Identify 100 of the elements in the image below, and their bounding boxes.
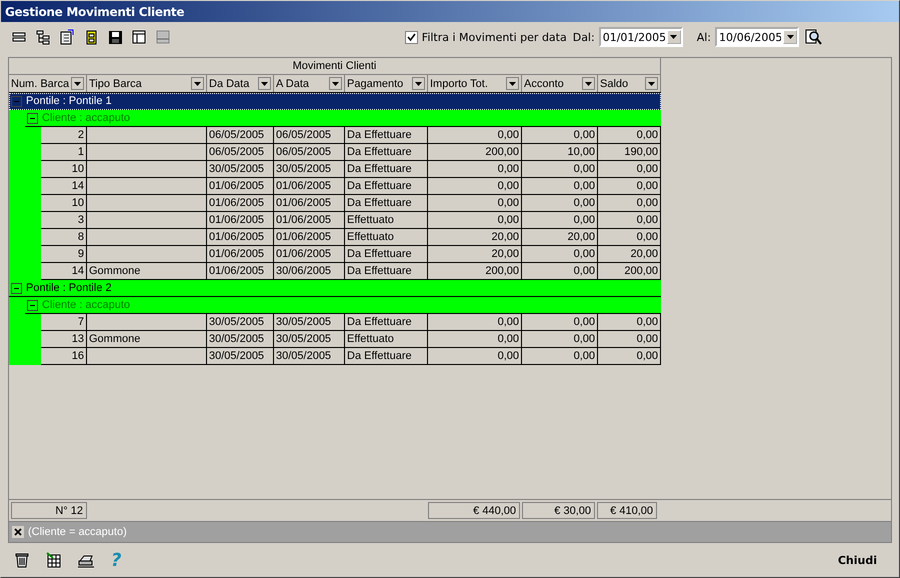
payment-cell: Da Effettuare [345,314,428,331]
document-arrow-icon [59,29,75,45]
dropdown-button[interactable] [329,77,342,90]
balance-cell: 0,00 [598,127,661,144]
payment-cell: Da Effettuare [345,246,428,263]
column-header[interactable]: A Data [274,75,345,92]
balance-cell: 0,00 [598,195,661,212]
close-button[interactable]: Chiudi [832,552,883,568]
balance-cell: 0,00 [598,161,661,178]
caret-icon [261,82,268,86]
deposit-cell: 0,00 [522,348,598,365]
total-cell: 0,00 [428,314,522,331]
deposit-cell: 0,00 [522,331,598,348]
end-date-cell: 30/05/2005 [274,314,345,331]
dropdown-button[interactable] [71,77,84,90]
search-button[interactable] [803,27,823,47]
dropdown-button[interactable] [258,77,271,90]
column-header[interactable]: Da Data [207,75,274,92]
spreadsheet-icon [45,551,63,569]
start-date-cell: 01/06/2005 [207,178,274,195]
deposit-cell: 0,00 [522,212,598,229]
end-date-cell: 06/05/2005 [274,144,345,161]
end-date-cell: 01/06/2005 [274,178,345,195]
payment-cell: Da Effettuare [345,348,428,365]
deposit-cell: 0,00 [522,195,598,212]
caret-icon [585,82,592,86]
checkbox[interactable] [404,30,418,44]
column-header[interactable]: Pagamento [345,75,428,92]
group-label: Pontile : Pontile 2 [26,282,112,294]
total-cell: 0,00 [428,161,522,178]
balance-cell: 20,00 [598,246,661,263]
total-sum-cell: € 440,00 [428,502,520,519]
column-header[interactable]: Num. Barca [9,75,87,92]
start-date-cell: 30/05/2005 [207,314,274,331]
boat-number-cell: 8 [41,229,87,246]
save-icon [107,29,123,45]
boat-number-cell: 9 [41,246,87,263]
total-cell: 0,00 [428,178,522,195]
total-cell: 0,00 [428,348,522,365]
dropdown-button[interactable] [582,77,595,90]
boat-number-cell: 3 [41,212,87,229]
start-date-cell: 30/05/2005 [207,161,274,178]
payment-cell: Da Effettuare [345,178,428,195]
collapse-button[interactable] [11,282,22,294]
payment-cell: Da Effettuare [345,161,428,178]
panel-icon [155,29,171,45]
total-cell: 20,00 [428,246,522,263]
caret-icon [509,82,516,86]
column-header[interactable]: Tipo Barca [87,75,207,92]
date-label: Al: [696,30,711,44]
start-date-cell: 06/05/2005 [207,127,274,144]
group-label: Cliente : accaputo [42,299,130,311]
end-date-cell: 01/06/2005 [274,229,345,246]
start-date-cell: 01/06/2005 [207,195,274,212]
caret-icon [648,82,655,86]
group-row[interactable]: Pontile : Pontile 1 [9,93,661,110]
deposit-sum-cell: € 30,00 [522,502,595,519]
group-row[interactable]: Pontile : Pontile 2 [9,280,661,297]
dropdown-button[interactable] [645,77,658,90]
boat-number-cell: 1 [41,144,87,161]
checkbox-label: Filtra i Movimenti per data [422,30,567,44]
payment-cell: Effettuato [345,229,428,246]
count-cell: N° 12 [11,502,87,519]
dropdown-button[interactable] [191,77,204,90]
deposit-cell: 0,00 [522,246,598,263]
caret-icon [670,35,678,39]
dropdown-button[interactable] [506,77,519,90]
group-label: Cliente : accaputo [42,112,130,124]
start-date-cell: 01/06/2005 [207,246,274,263]
column-header[interactable]: Importo Tot. [428,75,522,92]
date-label: Dal: [572,30,595,44]
column-header[interactable]: Saldo [598,75,661,92]
collapse-button[interactable] [27,112,38,124]
deposit-cell: 0,00 [522,161,598,178]
payment-cell: Effettuato [345,212,428,229]
boat-number-cell: 10 [41,161,87,178]
column-header[interactable]: Acconto [522,75,598,92]
total-cell: 0,00 [428,195,522,212]
group-row[interactable]: Cliente : accaputo [25,110,661,127]
balance-cell: 190,00 [598,144,661,161]
close-button[interactable] [12,526,24,538]
start-date-cell: 01/06/2005 [207,212,274,229]
total-cell: 0,00 [428,127,522,144]
boat-number-cell: 16 [41,348,87,365]
group-indent [25,314,41,365]
payment-cell: Da Effettuare [345,144,428,161]
group-label: Pontile : Pontile 1 [26,95,112,107]
collapse-button[interactable] [27,300,38,310]
start-date-cell: 06/05/2005 [207,144,274,161]
caret-icon [74,82,81,86]
balance-cell: 0,00 [598,348,661,365]
search-icon [804,28,822,46]
total-cell: 0,00 [428,331,522,348]
group-row[interactable]: Cliente : accaputo [25,297,661,314]
boat-number-cell: 10 [41,195,87,212]
deposit-cell: 0,00 [522,314,598,331]
end-date-cell: 01/06/2005 [274,246,345,263]
total-cell: 0,00 [428,212,522,229]
caret-icon [332,82,339,86]
dropdown-button[interactable] [412,77,425,90]
